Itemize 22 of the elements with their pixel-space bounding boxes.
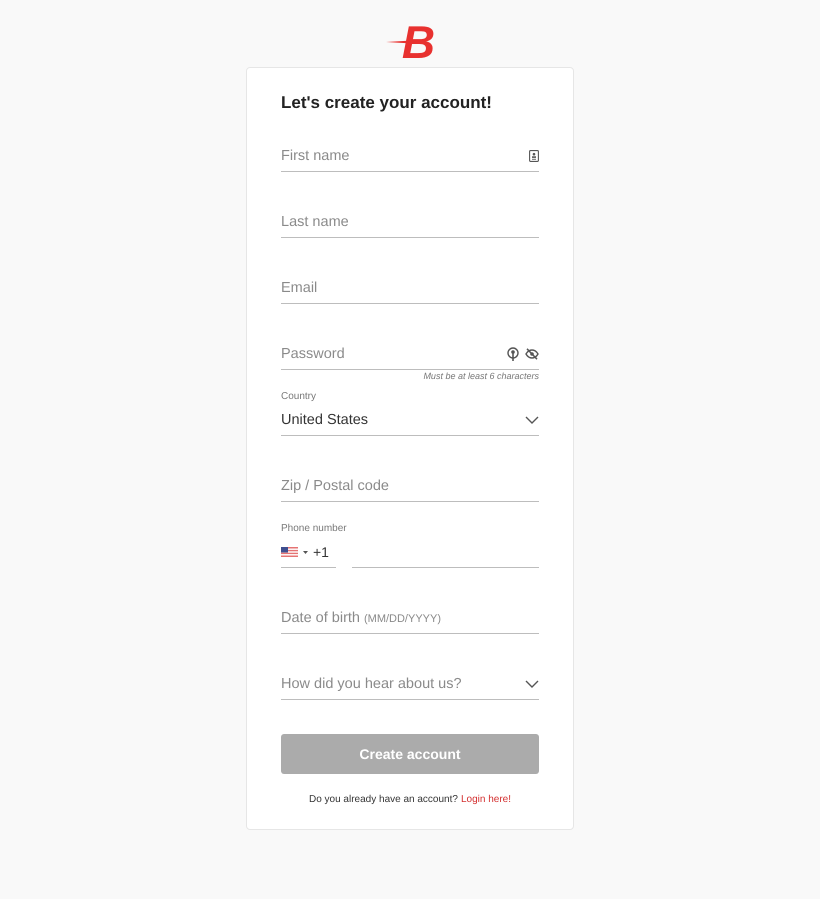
password-field[interactable]: Password: [281, 346, 501, 362]
text-field[interactable]: First name: [281, 148, 523, 164]
country-code-selector[interactable]: +1: [281, 537, 336, 568]
chevron-down-icon[interactable]: [525, 680, 539, 688]
field-label: Country: [281, 391, 318, 404]
logo[interactable]: B: [386, 18, 434, 66]
eye-slash-icon[interactable]: [525, 348, 539, 360]
caret-icon: [303, 550, 308, 554]
field-label: Phone number: [281, 523, 348, 536]
field-hint: Must be at least 6 characters: [423, 371, 539, 381]
login-link[interactable]: Login here!: [460, 794, 512, 805]
select-field[interactable]: United States: [281, 405, 539, 436]
flag-icon: [281, 547, 298, 557]
contact-card-icon[interactable]: [529, 150, 539, 162]
text-field[interactable]: Zip / Postal code: [281, 478, 539, 494]
text-field[interactable]: Email: [281, 280, 539, 296]
select-field[interactable]: How did you hear about us?: [281, 669, 539, 700]
login-prompt: Do you already have an account?: [308, 794, 458, 805]
chevron-down-icon[interactable]: [525, 416, 539, 424]
date-field[interactable]: Date of birth (MM/DD/YYYY): [281, 603, 539, 634]
form-title: Let's create your account!: [281, 92, 493, 114]
text-field[interactable]: Last name: [281, 214, 539, 230]
